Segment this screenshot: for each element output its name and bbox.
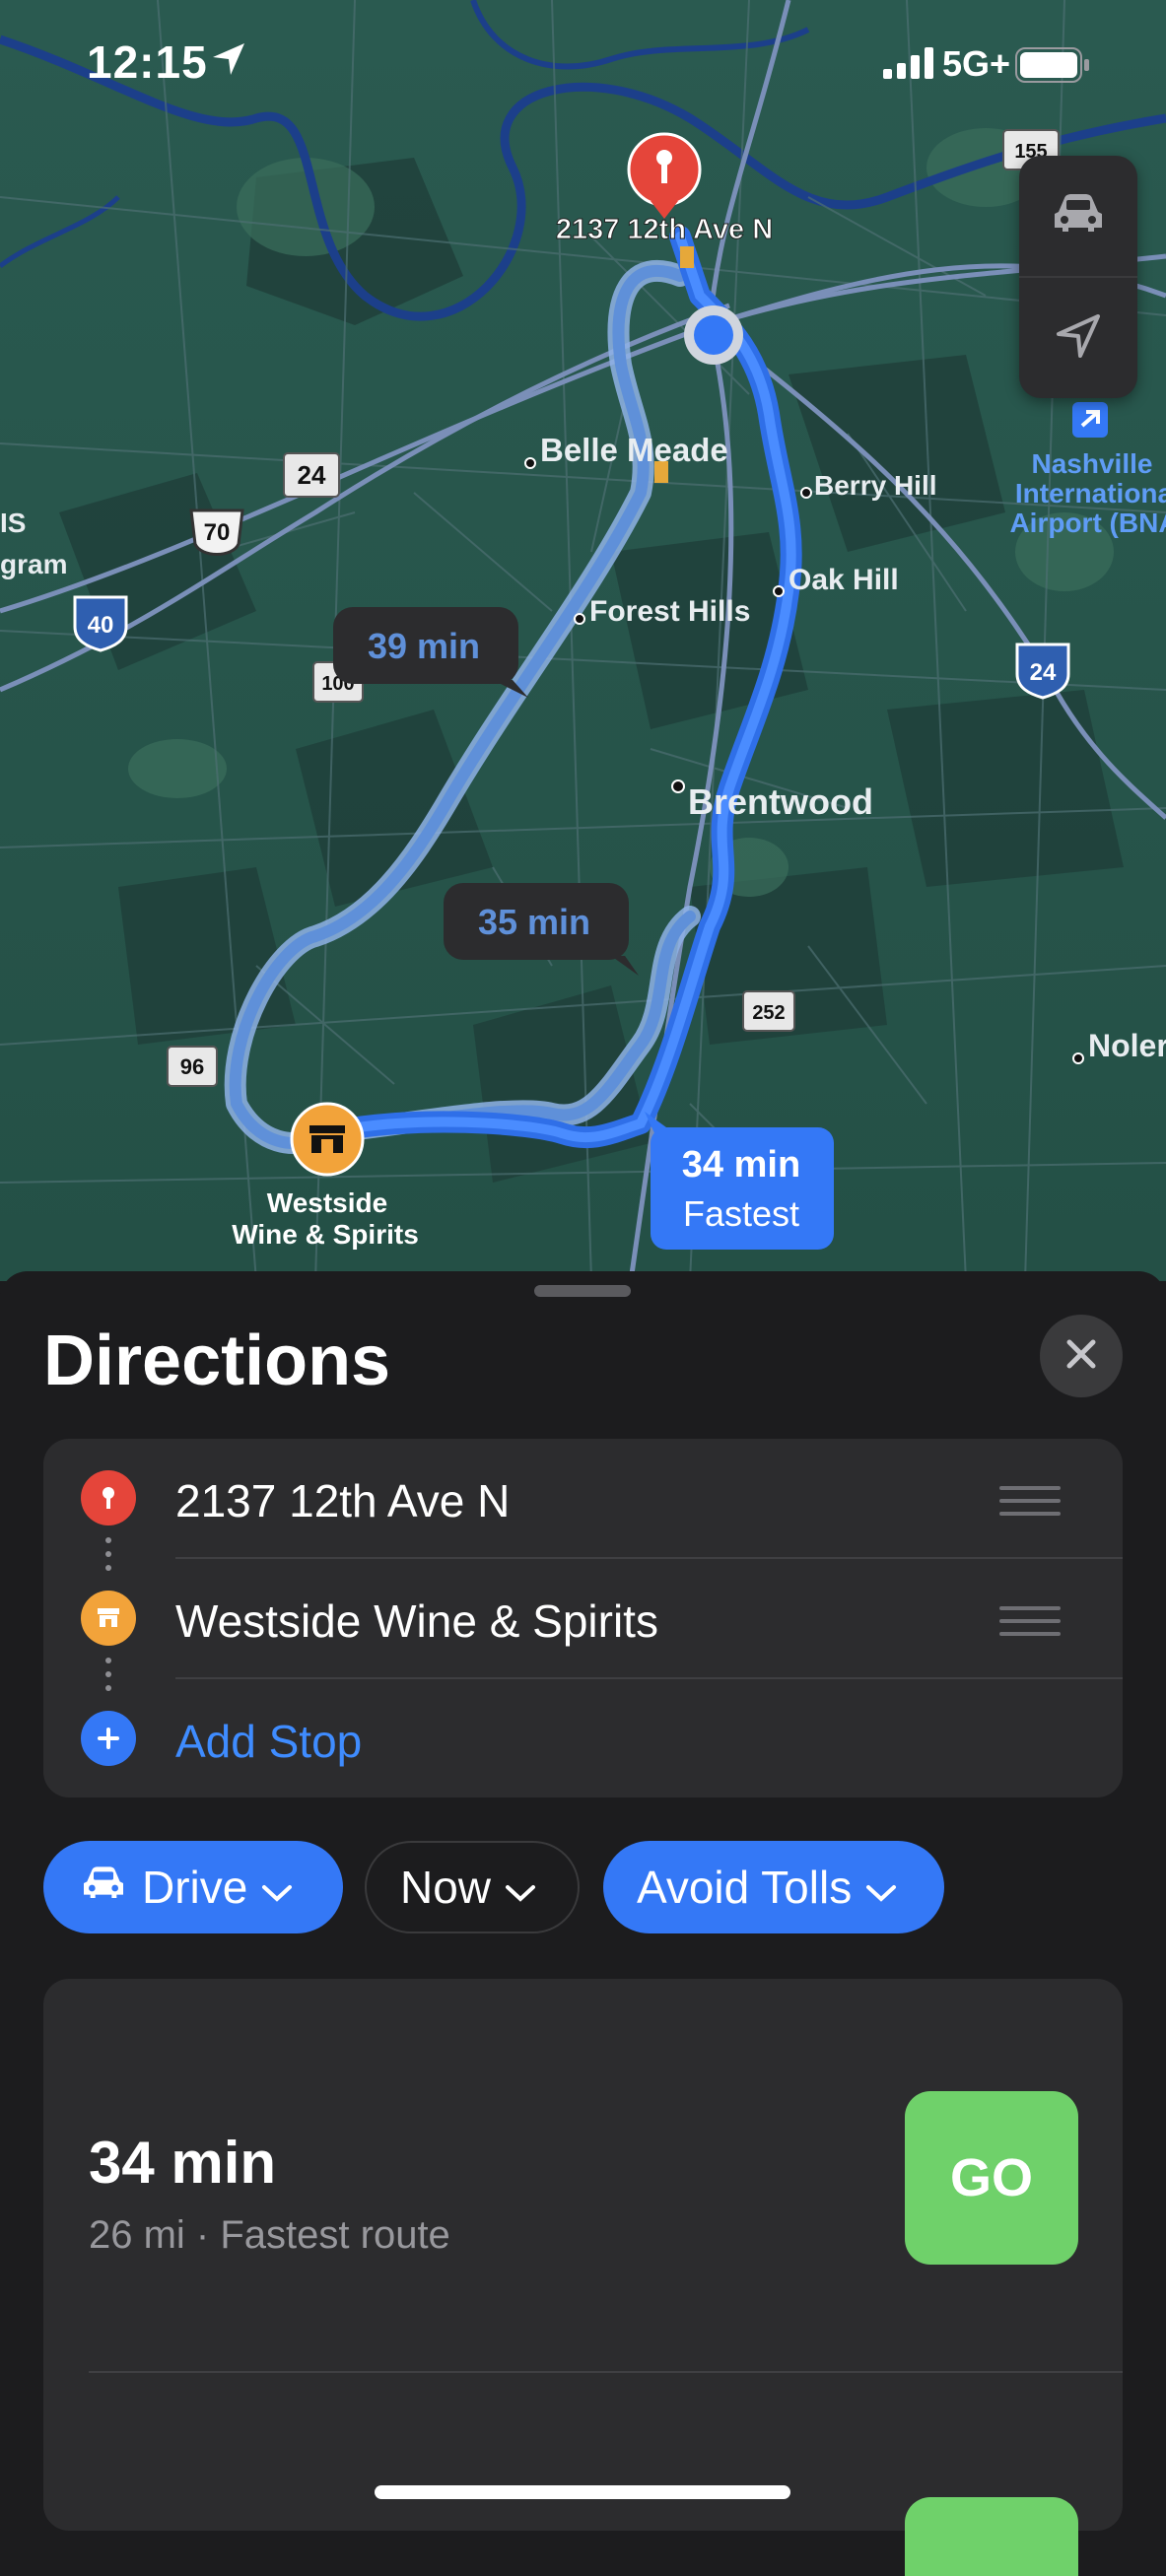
cellular-signal-icon [883, 47, 938, 84]
stop-origin[interactable]: 2137 12th Ave N [43, 1439, 1123, 1557]
sheet-title: Directions [43, 1322, 391, 1400]
add-stop-button[interactable]: Add Stop [43, 1679, 1123, 1797]
location-arrow-icon [209, 39, 248, 84]
transport-mode-button[interactable] [1019, 156, 1137, 278]
shield-route-252: 252 [742, 990, 795, 1032]
svg-text:70: 70 [204, 519, 231, 546]
location-arrow-icon [1053, 310, 1104, 367]
directions-sheet[interactable]: Directions 2137 12th Ave N Westside Wine… [0, 1271, 1166, 2576]
svg-text:24: 24 [1030, 659, 1057, 686]
pin-icon [81, 1470, 136, 1525]
svg-text:Fastest: Fastest [683, 1193, 799, 1234]
label-forest-hills: Forest Hills [589, 595, 750, 628]
chevron-down-icon [505, 1861, 536, 1914]
chevron-down-icon [865, 1861, 897, 1914]
stop-destination[interactable]: Westside Wine & Spirits [43, 1559, 1123, 1677]
drive-mode-chip[interactable]: Drive [43, 1841, 343, 1933]
stop-label: Westside Wine & Spirits [175, 1595, 658, 1647]
status-time: 12:15 [87, 36, 208, 88]
airport-marker[interactable] [1072, 402, 1108, 438]
go-button[interactable]: GO [905, 2091, 1078, 2265]
svg-text:35 min: 35 min [478, 902, 590, 942]
label-brentwood: Brentwood [688, 781, 873, 822]
close-button[interactable] [1040, 1315, 1123, 1397]
label-store-line1: Westside [267, 1187, 387, 1218]
time-chip-label: Now [400, 1862, 492, 1913]
divider [89, 2371, 1123, 2373]
reorder-handle-icon[interactable] [999, 1606, 1061, 1645]
close-icon [1063, 1336, 1099, 1377]
label-belle-meade: Belle Meade [540, 432, 728, 468]
shield-route-96: 96 [167, 1046, 218, 1087]
car-icon [1049, 190, 1108, 242]
label-airport-line1: Nashville [1032, 448, 1153, 479]
label-airport-line2: Internationa [1015, 478, 1166, 508]
map-view[interactable]: 40 24 70 24 100 96 252 155 Belle Meade B… [0, 0, 1166, 1281]
current-location-marker[interactable] [684, 305, 743, 365]
svg-text:39 min: 39 min [368, 626, 480, 666]
label-edge-1: IS [0, 508, 26, 538]
svg-text:24: 24 [298, 460, 326, 490]
route-option-card[interactable]: 34 min 26 mi · Fastest route GO [43, 1979, 1123, 2576]
route-eta: 34 min [89, 2130, 277, 2196]
stops-list: 2137 12th Ave N Westside Wine & Spirits … [43, 1439, 1123, 1797]
network-type: 5G+ [942, 43, 1011, 84]
depart-time-chip[interactable]: Now [365, 1841, 580, 1933]
label-destination: 2137 12th Ave N [556, 214, 773, 245]
car-icon [79, 1861, 128, 1914]
chevron-down-icon [261, 1861, 293, 1914]
label-airport-line3: Airport (BNA [1009, 508, 1166, 538]
battery-icon [1015, 47, 1090, 88]
store-pin[interactable] [290, 1102, 365, 1177]
shield-i24: 24 [1015, 643, 1070, 700]
svg-text:34 min: 34 min [682, 1144, 800, 1186]
label-oak-hill: Oak Hill [789, 564, 899, 596]
stop-label: 2137 12th Ave N [175, 1475, 511, 1526]
shield-route-24: 24 [283, 452, 340, 498]
store-icon [81, 1591, 136, 1646]
reorder-handle-icon[interactable] [999, 1486, 1061, 1525]
home-indicator[interactable] [375, 2485, 790, 2499]
avoid-chip-label: Avoid Tolls [637, 1862, 853, 1913]
map-controls [1019, 156, 1137, 398]
shield-us70: 70 [189, 508, 244, 556]
status-bar: 12:15 5G+ [0, 0, 1166, 128]
label-berry-hill: Berry Hill [814, 470, 937, 501]
drive-chip-label: Drive [142, 1862, 248, 1913]
route-callout-fastest[interactable]: 34 min Fastest [645, 1112, 834, 1250]
svg-text:40: 40 [88, 612, 114, 639]
svg-text:96: 96 [180, 1054, 204, 1079]
label-store-line2: Wine & Spirits [232, 1219, 419, 1250]
label-edge-2: gram [0, 549, 67, 579]
svg-text:252: 252 [752, 1002, 785, 1024]
recenter-location-button[interactable] [1019, 278, 1137, 398]
sheet-grabber[interactable] [534, 1285, 631, 1297]
route-details: 26 mi · Fastest route [89, 2213, 450, 2257]
shield-i40: 40 [73, 595, 128, 652]
avoid-tolls-chip[interactable]: Avoid Tolls [603, 1841, 944, 1933]
label-nolensville: Noler [1088, 1028, 1166, 1063]
traffic-marker [680, 246, 694, 268]
add-stop-label: Add Stop [175, 1716, 363, 1767]
plus-icon [81, 1711, 136, 1766]
go-button-next-route[interactable] [905, 2497, 1078, 2576]
